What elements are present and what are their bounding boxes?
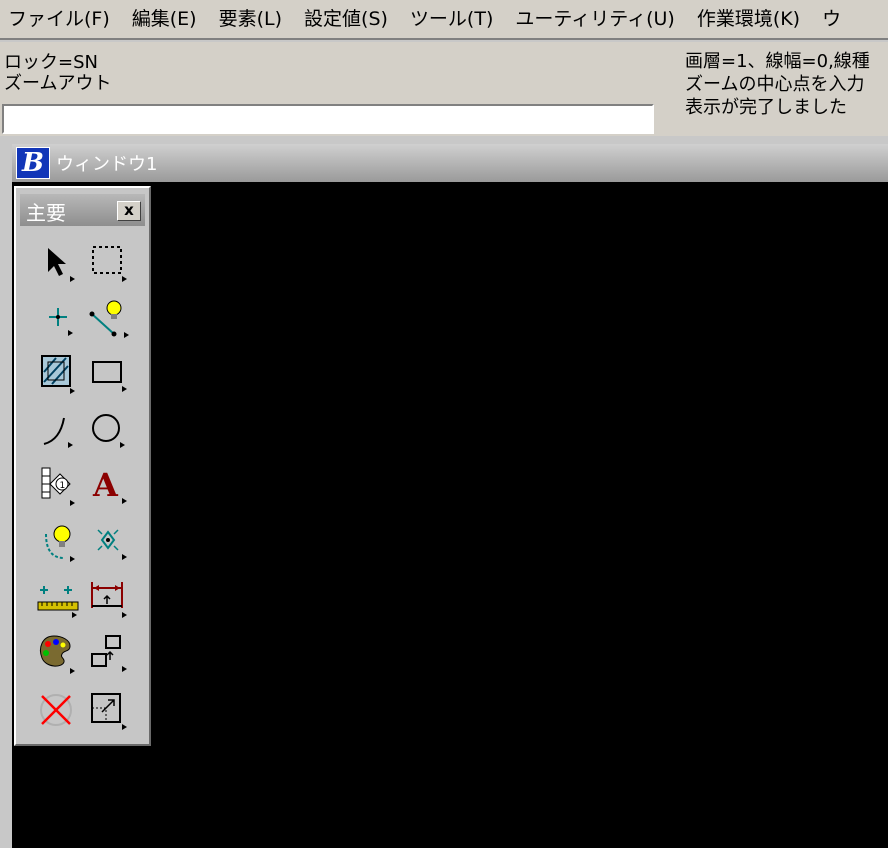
menu-element[interactable]: 要素(L) [208, 0, 293, 39]
scale-icon[interactable] [84, 686, 132, 734]
dimension-icon[interactable] [84, 574, 132, 622]
smartmatch-icon[interactable] [34, 518, 82, 566]
rectangle-icon[interactable] [84, 350, 132, 398]
main-toolbox: 主要 x 1 A [14, 186, 151, 746]
menu-settings[interactable]: 設定値(S) [293, 0, 399, 39]
hatch-area-icon[interactable] [34, 350, 82, 398]
message-status: 表示が完了しました [685, 97, 847, 118]
circle-icon[interactable] [84, 406, 132, 454]
menu-edit[interactable]: 編集(E) [121, 0, 208, 39]
svg-text:1: 1 [60, 481, 66, 491]
menu-utility[interactable]: ユーティリティ(U) [504, 0, 685, 39]
toolbox-close-button[interactable]: x [117, 201, 141, 221]
place-point-icon[interactable] [34, 294, 82, 342]
status-left-panel: ロック=SN ズームアウト [4, 52, 111, 94]
measure-distance-icon[interactable] [34, 574, 82, 622]
app-logo-icon: B [16, 147, 50, 179]
text-icon[interactable]: A [84, 462, 132, 510]
select-arrow-icon[interactable] [34, 238, 82, 286]
menu-file[interactable]: ファイル(F) [0, 0, 121, 39]
window-title: ウィンドウ1 [56, 154, 158, 175]
window-titlebar[interactable]: B ウィンドウ1 [12, 144, 888, 182]
svg-text:A: A [92, 466, 119, 504]
status-right-panel: 画層=1、線幅=0,線種 ズームの中心点を入力 表示が完了しました [685, 50, 870, 119]
status-area: ロック=SN ズームアウト 画層=1、線幅=0,線種 ズームの中心点を入力 表示… [0, 42, 888, 136]
prompt-status: ズームの中心点を入力 [685, 74, 865, 95]
arc-icon[interactable] [34, 406, 82, 454]
smart-line-icon[interactable] [84, 294, 132, 342]
copy-move-icon[interactable] [84, 630, 132, 678]
cell-tag-icon[interactable]: 1 [34, 462, 82, 510]
menu-window[interactable]: ウ [811, 0, 852, 39]
palette-icon[interactable] [34, 630, 82, 678]
toolbox-titlebar[interactable]: 主要 x [20, 194, 145, 226]
menu-bar: ファイル(F) 編集(E) 要素(L) 設定値(S) ツール(T) ユーティリテ… [0, 0, 888, 40]
toolbox-title: 主要 [26, 201, 66, 225]
delete-icon[interactable] [34, 686, 82, 734]
fence-selection-icon[interactable] [84, 238, 132, 286]
attribute-status: 画層=1、線幅=0,線種 [685, 51, 870, 72]
command-status: ズームアウト [4, 73, 112, 94]
menu-tools[interactable]: ツール(T) [399, 0, 504, 39]
key-in-field[interactable] [2, 104, 654, 134]
dimension-point-icon[interactable] [84, 518, 132, 566]
menu-workspace[interactable]: 作業環境(K) [686, 0, 811, 39]
lock-status: ロック=SN [4, 52, 98, 73]
